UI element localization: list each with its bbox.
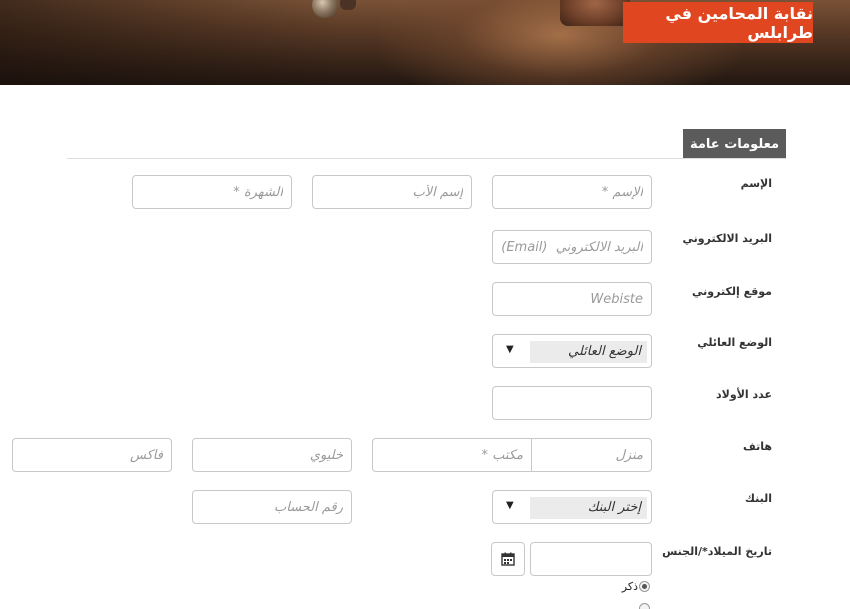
home-phone-input[interactable] bbox=[531, 438, 652, 472]
first-name-input[interactable] bbox=[492, 175, 652, 209]
calendar-button[interactable] bbox=[491, 542, 525, 576]
gender-male-radio[interactable] bbox=[639, 581, 650, 592]
section-divider bbox=[67, 158, 786, 159]
birth-date-input[interactable] bbox=[530, 542, 652, 576]
last-name-input[interactable] bbox=[132, 175, 292, 209]
chevron-down-icon: ▼ bbox=[506, 344, 514, 355]
gender-male-label: ذكر bbox=[621, 580, 638, 593]
header-banner: نقابة المحامين في طرابلس bbox=[0, 0, 850, 85]
office-phone-input[interactable] bbox=[372, 438, 532, 472]
fax-input[interactable] bbox=[12, 438, 172, 472]
children-count-input[interactable] bbox=[492, 386, 652, 420]
gender-female-radio[interactable] bbox=[639, 603, 650, 609]
site-title: نقابة المحامين في طرابلس bbox=[623, 2, 813, 43]
father-name-input[interactable] bbox=[312, 175, 472, 209]
account-number-input[interactable] bbox=[192, 490, 352, 524]
gender-male-option[interactable]: ذكر bbox=[622, 580, 650, 593]
section-title: معلومات عامة bbox=[683, 129, 786, 159]
banner-shade bbox=[0, 0, 340, 85]
banner-object bbox=[340, 0, 356, 10]
bank-value: إختر البنك bbox=[530, 497, 647, 519]
website-input[interactable] bbox=[492, 282, 652, 316]
chevron-down-icon: ▼ bbox=[506, 500, 514, 511]
mobile-phone-input[interactable] bbox=[192, 438, 352, 472]
gender-female-option[interactable] bbox=[639, 603, 650, 609]
banner-object bbox=[560, 0, 630, 26]
marital-status-select[interactable]: الوضع العائلي ▼ bbox=[492, 334, 652, 368]
calendar-icon bbox=[501, 552, 515, 566]
bank-select[interactable]: إختر البنك ▼ bbox=[492, 490, 652, 524]
marital-status-value: الوضع العائلي bbox=[530, 341, 647, 363]
email-input[interactable] bbox=[492, 230, 652, 264]
